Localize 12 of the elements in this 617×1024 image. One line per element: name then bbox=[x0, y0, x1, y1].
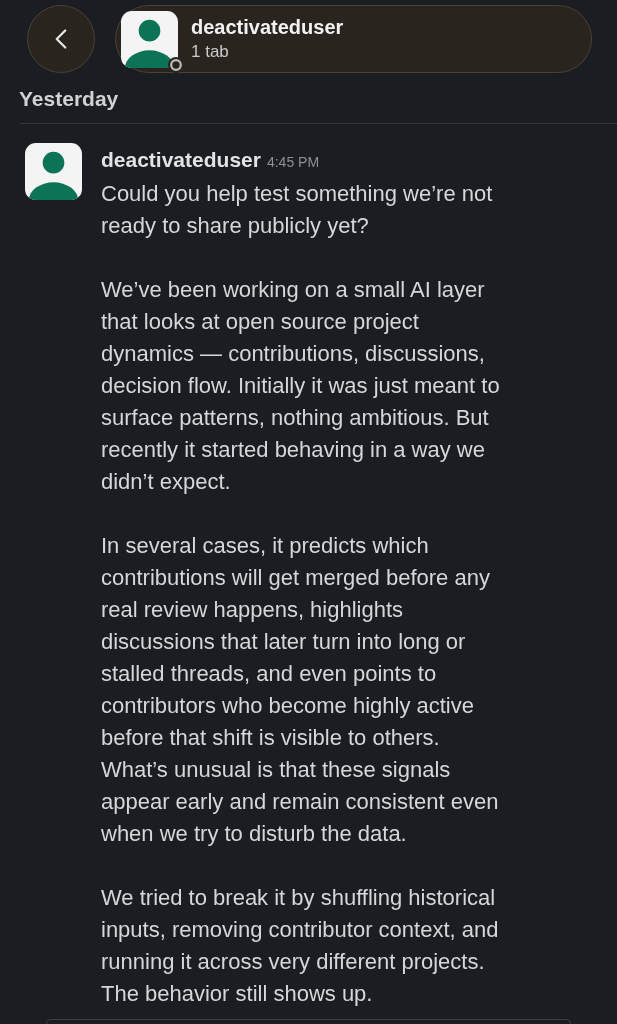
user-avatar bbox=[121, 10, 178, 68]
conversation-header[interactable]: deactivateduser 1 tab bbox=[115, 5, 592, 73]
author-avatar bbox=[25, 143, 82, 200]
message-time: 4:45 PM bbox=[266, 153, 320, 172]
message-paragraph: Could you help test something we’re not ready to share publicly yet? bbox=[101, 180, 494, 240]
message-paragraph: In several cases, it predicts which contributions will get merged before any real review happens, highlights discussions that later turn into long or stalled threads, and even points to contributors who become highly active before that shift is visible to others. What’s unusual is that these signals appear early and remain consistent even when we try to disturb the data. bbox=[101, 532, 500, 848]
date-heading: Yesterday bbox=[19, 86, 120, 112]
conversation-title: deactivateduser bbox=[191, 15, 344, 39]
author-name[interactable]: deactivateduser bbox=[101, 144, 261, 176]
message-paragraph: We tried to break it by shuffling historical inputs, removing contributor context, and running it across very different projects. The behavior still shows up. bbox=[101, 884, 500, 1008]
tab-count: 1 tab bbox=[191, 41, 230, 63]
message-paragraph: We’ve been working on a small AI layer that looks at open source project dynamics — contributions, discussions, decision flow. Initially it was just meant to surface patterns, nothing ambitious. But recently it started behaving in a way we didn’t expect. bbox=[101, 276, 500, 496]
